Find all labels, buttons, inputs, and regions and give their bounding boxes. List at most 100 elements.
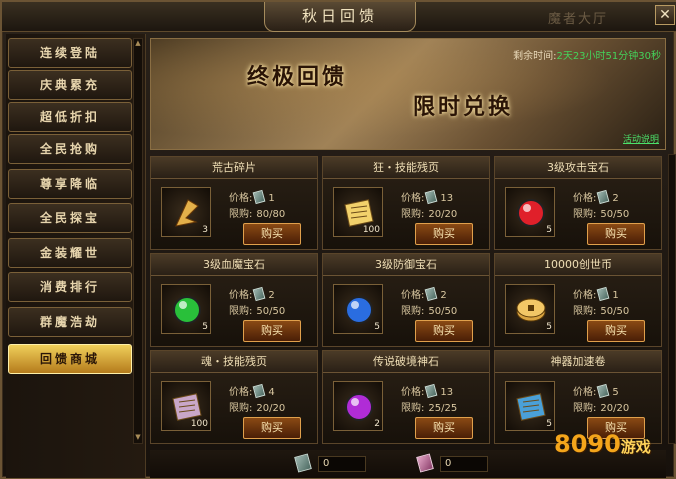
shop-item-card: 3级防御宝石 5 价格: 2 限购: 50/50 购买 [322,253,490,347]
price-label: 价格: [573,387,597,398]
event-description-link[interactable]: 活动说明 [623,132,659,145]
buy-button[interactable]: 购买 [243,223,301,245]
item-name: 3级攻击宝石 [495,157,661,179]
price-value: 4 [268,387,275,398]
limit-value: 20/20 [256,403,286,414]
site-logo: 8090游戏 [554,430,651,458]
window-title: 秋日回馈 [264,2,416,32]
limit-label: 限购: [573,403,597,414]
wallet-b-value: 0 [440,456,488,472]
price-row: 价格: 1 [229,189,275,205]
buy-button[interactable]: 购买 [587,320,645,342]
limit-row: 限购: 20/20 [573,399,629,414]
scroll-up-icon[interactable]: ▲ [134,39,142,49]
item-count: 3 [202,225,208,235]
limit-value: 50/50 [256,306,286,317]
blue-gem-icon [342,293,376,327]
sidebar-scrollbar[interactable]: ▲ ▼ [133,38,143,444]
item-name: 3级血魔宝石 [151,254,317,276]
item-slot[interactable]: 5 [333,284,383,334]
logo-text: 8090 [554,430,621,458]
sidebar-item[interactable]: 全民探宝 [8,203,132,233]
limit-label: 限购: [401,306,425,317]
wallet-a-value: 0 [318,456,366,472]
ticket-icon [596,189,610,205]
ticket-icon [424,383,438,399]
price-label: 价格: [401,387,425,398]
coin-icon [514,293,548,327]
sidebar-item[interactable]: 全民抢购 [8,134,132,164]
sidebar-item[interactable]: 庆典累充 [8,70,132,100]
scroll-down-icon[interactable]: ▼ [134,433,142,443]
limit-label: 限购: [573,306,597,317]
item-slot[interactable]: 5 [505,381,555,431]
buy-button[interactable]: 购买 [243,417,301,439]
item-count: 100 [190,419,208,429]
item-name: 10000创世币 [495,254,661,276]
item-slot[interactable]: 100 [161,381,211,431]
price-value: 13 [440,193,454,204]
limit-label: 限购: [401,403,425,414]
event-banner: 剩余时间:2天23小时51分钟30秒 终极回馈 限时兑换 活动说明 [150,38,666,150]
item-slot[interactable]: 5 [161,284,211,334]
shop-scrollbar[interactable] [668,154,676,444]
sidebar-item[interactable]: 尊享降临 [8,169,132,199]
price-row: 价格: 13 [401,189,454,205]
buy-button[interactable]: 购买 [243,320,301,342]
buy-button[interactable]: 购买 [587,223,645,245]
sidebar-item[interactable]: 群魔浩劫 [8,307,132,337]
price-row: 价格: 2 [401,286,447,302]
buy-button[interactable]: 购买 [415,320,473,342]
ticket-icon [252,189,266,205]
limit-row: 限购: 20/20 [401,205,457,220]
buy-button[interactable]: 购买 [415,223,473,245]
price-label: 价格: [401,290,425,301]
price-label: 价格: [401,193,425,204]
item-slot[interactable]: 5 [505,284,555,334]
event-window: 秋日回馈 魔者大厅 ✕ 连续登陆 庆典累充 超低折扣 全民抢购 尊享降临 全民探宝 金装耀世… [0,0,676,479]
limit-value: 50/50 [428,306,458,317]
sidebar-item[interactable]: 消费排行 [8,272,132,302]
sidebar-item[interactable]: 回馈商城 [8,344,132,374]
price-label: 价格: [229,387,253,398]
limit-value: 50/50 [600,306,630,317]
sidebar-item[interactable]: 连续登陆 [8,38,132,68]
item-slot[interactable]: 5 [505,187,555,237]
purple-stone-icon [342,390,376,424]
item-count: 5 [546,322,552,332]
item-slot[interactable]: 100 [333,187,383,237]
price-value: 13 [440,387,454,398]
item-count: 100 [362,225,380,235]
countdown: 剩余时间:2天23小时51分钟30秒 [513,47,661,62]
limit-row: 限购: 50/50 [401,302,457,317]
item-slot[interactable]: 3 [161,187,211,237]
item-count: 5 [374,322,380,332]
limit-value: 25/25 [428,403,458,414]
price-label: 价格: [229,290,253,301]
speed-scroll-icon [514,390,548,424]
pink-ticket-icon [416,453,434,473]
shop-item-card: 狂・技能残页 100 价格: 13 限购: 20/20 购买 [322,156,490,250]
item-name: 荒古碎片 [151,157,317,179]
item-name: 狂・技能残页 [323,157,489,179]
limit-label: 限购: [229,209,253,220]
limit-row: 限购: 50/50 [573,302,629,317]
timer-label: 剩余时间: [513,51,557,62]
limit-row: 限购: 50/50 [573,205,629,220]
buy-button[interactable]: 购买 [415,417,473,439]
price-label: 价格: [229,193,253,204]
limit-label: 限购: [401,209,425,220]
price-row: 价格: 4 [229,383,275,399]
item-slot[interactable]: 2 [333,381,383,431]
close-button[interactable]: ✕ [655,5,675,25]
price-value: 2 [268,290,275,301]
item-count: 5 [202,322,208,332]
price-row: 价格: 1 [573,286,619,302]
sidebar-item[interactable]: 金装耀世 [8,238,132,268]
ticket-icon [252,383,266,399]
limit-row: 限购: 50/50 [229,302,285,317]
sidebar-item[interactable]: 超低折扣 [8,102,132,132]
price-row: 价格: 13 [401,383,454,399]
red-gem-icon [514,196,548,230]
limit-label: 限购: [573,209,597,220]
